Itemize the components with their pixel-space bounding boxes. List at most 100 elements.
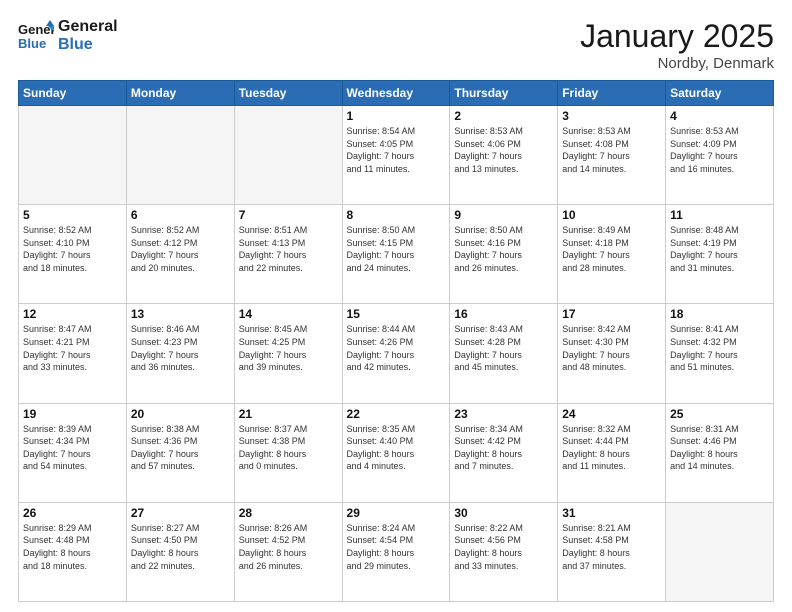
day-info: Sunrise: 8:42 AM Sunset: 4:30 PM Dayligh… [562, 323, 661, 373]
day-info: Sunrise: 8:39 AM Sunset: 4:34 PM Dayligh… [23, 423, 122, 473]
day-info: Sunrise: 8:54 AM Sunset: 4:05 PM Dayligh… [347, 125, 446, 175]
day-cell: 26Sunrise: 8:29 AM Sunset: 4:48 PM Dayli… [19, 502, 127, 601]
day-number: 12 [23, 307, 122, 321]
day-cell: 16Sunrise: 8:43 AM Sunset: 4:28 PM Dayli… [450, 304, 558, 403]
day-info: Sunrise: 8:21 AM Sunset: 4:58 PM Dayligh… [562, 522, 661, 572]
header: General Blue General Blue January 2025 N… [18, 18, 774, 72]
day-number: 13 [131, 307, 230, 321]
day-number: 3 [562, 109, 661, 123]
day-cell: 23 Sunrise: 8:34 AM Sunset: 4:42 PM Dayli… [450, 403, 558, 502]
day-number: 19 [23, 407, 122, 421]
col-header-friday: Friday [558, 81, 666, 106]
day-cell: 22Sunrise: 8:35 AM Sunset: 4:40 PM Dayli… [342, 403, 450, 502]
week-row-2: 5 Sunrise: 8:52 AM Sunset: 4:10 PM Daylig… [19, 205, 774, 304]
week-row-4: 19 Sunrise: 8:39 AM Sunset: 4:34 PM Dayli… [19, 403, 774, 502]
header-row: SundayMondayTuesdayWednesdayThursdayFrid… [19, 81, 774, 106]
day-number: 18 [670, 307, 769, 321]
day-info: Sunrise: 8:53 AM Sunset: 4:08 PM Dayligh… [562, 125, 661, 175]
week-row-3: 12 Sunrise: 8:47 AM Sunset: 4:21 PM Dayli… [19, 304, 774, 403]
day-cell: 24Sunrise: 8:32 AM Sunset: 4:44 PM Dayli… [558, 403, 666, 502]
day-cell: 25 Sunrise: 8:31 AM Sunset: 4:46 PM Dayli… [666, 403, 774, 502]
day-info: Sunrise: 8:41 AM Sunset: 4:32 PM Dayligh… [670, 323, 769, 373]
day-cell: 5 Sunrise: 8:52 AM Sunset: 4:10 PM Daylig… [19, 205, 127, 304]
day-info: Sunrise: 8:47 AM Sunset: 4:21 PM Dayligh… [23, 323, 122, 373]
svg-text:Blue: Blue [18, 36, 46, 51]
day-info: Sunrise: 8:37 AM Sunset: 4:38 PM Dayligh… [239, 423, 338, 473]
day-info: Sunrise: 8:45 AM Sunset: 4:25 PM Dayligh… [239, 323, 338, 373]
day-number: 27 [131, 506, 230, 520]
calendar: SundayMondayTuesdayWednesdayThursdayFrid… [18, 80, 774, 602]
day-cell: 3 Sunrise: 8:53 AM Sunset: 4:08 PM Daylig… [558, 106, 666, 205]
day-cell: 18 Sunrise: 8:41 AM Sunset: 4:32 PM Dayli… [666, 304, 774, 403]
col-header-saturday: Saturday [666, 81, 774, 106]
day-info: Sunrise: 8:38 AM Sunset: 4:36 PM Dayligh… [131, 423, 230, 473]
day-number: 30 [454, 506, 553, 520]
col-header-sunday: Sunday [19, 81, 127, 106]
col-header-tuesday: Tuesday [234, 81, 342, 106]
day-cell: 12 Sunrise: 8:47 AM Sunset: 4:21 PM Dayli… [19, 304, 127, 403]
day-info: Sunrise: 8:50 AM Sunset: 4:16 PM Dayligh… [454, 224, 553, 274]
day-number: 9 [454, 208, 553, 222]
day-number: 29 [347, 506, 446, 520]
day-number: 8 [347, 208, 446, 222]
logo-icon: General Blue [18, 18, 54, 54]
week-row-5: 26Sunrise: 8:29 AM Sunset: 4:48 PM Dayli… [19, 502, 774, 601]
day-cell: 28Sunrise: 8:26 AM Sunset: 4:52 PM Dayli… [234, 502, 342, 601]
day-number: 21 [239, 407, 338, 421]
day-info: Sunrise: 8:34 AM Sunset: 4:42 PM Dayligh… [454, 423, 553, 473]
day-cell: 1 Sunrise: 8:54 AM Sunset: 4:05 PM Daylig… [342, 106, 450, 205]
day-number: 6 [131, 208, 230, 222]
day-info: Sunrise: 8:53 AM Sunset: 4:06 PM Dayligh… [454, 125, 553, 175]
day-cell [666, 502, 774, 601]
month-title: January 2025 [580, 18, 774, 55]
day-cell: 13 Sunrise: 8:46 AM Sunset: 4:23 PM Dayli… [126, 304, 234, 403]
day-info: Sunrise: 8:48 AM Sunset: 4:19 PM Dayligh… [670, 224, 769, 274]
day-cell: 14Sunrise: 8:45 AM Sunset: 4:25 PM Dayli… [234, 304, 342, 403]
day-number: 31 [562, 506, 661, 520]
day-number: 5 [23, 208, 122, 222]
day-info: Sunrise: 8:29 AM Sunset: 4:48 PM Dayligh… [23, 522, 122, 572]
logo-line1: General [58, 18, 118, 36]
day-cell: 17Sunrise: 8:42 AM Sunset: 4:30 PM Dayli… [558, 304, 666, 403]
day-cell: 6 Sunrise: 8:52 AM Sunset: 4:12 PM Daylig… [126, 205, 234, 304]
day-cell [19, 106, 127, 205]
col-header-monday: Monday [126, 81, 234, 106]
day-cell: 21 Sunrise: 8:37 AM Sunset: 4:38 PM Dayli… [234, 403, 342, 502]
day-number: 20 [131, 407, 230, 421]
day-info: Sunrise: 8:26 AM Sunset: 4:52 PM Dayligh… [239, 522, 338, 572]
day-cell: 10 Sunrise: 8:49 AM Sunset: 4:18 PM Dayli… [558, 205, 666, 304]
day-number: 16 [454, 307, 553, 321]
day-info: Sunrise: 8:49 AM Sunset: 4:18 PM Dayligh… [562, 224, 661, 274]
day-info: Sunrise: 8:52 AM Sunset: 4:12 PM Dayligh… [131, 224, 230, 274]
day-number: 23 [454, 407, 553, 421]
title-block: January 2025 Nordby, Denmark [580, 18, 774, 72]
day-info: Sunrise: 8:27 AM Sunset: 4:50 PM Dayligh… [131, 522, 230, 572]
day-number: 11 [670, 208, 769, 222]
day-number: 25 [670, 407, 769, 421]
day-info: Sunrise: 8:46 AM Sunset: 4:23 PM Dayligh… [131, 323, 230, 373]
day-cell: 19 Sunrise: 8:39 AM Sunset: 4:34 PM Dayli… [19, 403, 127, 502]
day-number: 15 [347, 307, 446, 321]
day-info: Sunrise: 8:53 AM Sunset: 4:09 PM Dayligh… [670, 125, 769, 175]
day-number: 10 [562, 208, 661, 222]
col-header-thursday: Thursday [450, 81, 558, 106]
day-info: Sunrise: 8:52 AM Sunset: 4:10 PM Dayligh… [23, 224, 122, 274]
day-cell: 9 Sunrise: 8:50 AM Sunset: 4:16 PM Daylig… [450, 205, 558, 304]
day-number: 1 [347, 109, 446, 123]
day-cell: 15Sunrise: 8:44 AM Sunset: 4:26 PM Dayli… [342, 304, 450, 403]
col-header-wednesday: Wednesday [342, 81, 450, 106]
day-info: Sunrise: 8:24 AM Sunset: 4:54 PM Dayligh… [347, 522, 446, 572]
day-info: Sunrise: 8:51 AM Sunset: 4:13 PM Dayligh… [239, 224, 338, 274]
day-info: Sunrise: 8:32 AM Sunset: 4:44 PM Dayligh… [562, 423, 661, 473]
logo-line2: Blue [58, 36, 118, 54]
day-cell: 20 Sunrise: 8:38 AM Sunset: 4:36 PM Dayli… [126, 403, 234, 502]
day-cell: 4Sunrise: 8:53 AM Sunset: 4:09 PM Daylig… [666, 106, 774, 205]
day-cell: 2Sunrise: 8:53 AM Sunset: 4:06 PM Daylig… [450, 106, 558, 205]
day-cell: 11 Sunrise: 8:48 AM Sunset: 4:19 PM Dayli… [666, 205, 774, 304]
day-cell: 7Sunrise: 8:51 AM Sunset: 4:13 PM Daylig… [234, 205, 342, 304]
day-cell [234, 106, 342, 205]
day-cell [126, 106, 234, 205]
day-info: Sunrise: 8:50 AM Sunset: 4:15 PM Dayligh… [347, 224, 446, 274]
week-row-1: 1 Sunrise: 8:54 AM Sunset: 4:05 PM Daylig… [19, 106, 774, 205]
day-info: Sunrise: 8:31 AM Sunset: 4:46 PM Dayligh… [670, 423, 769, 473]
